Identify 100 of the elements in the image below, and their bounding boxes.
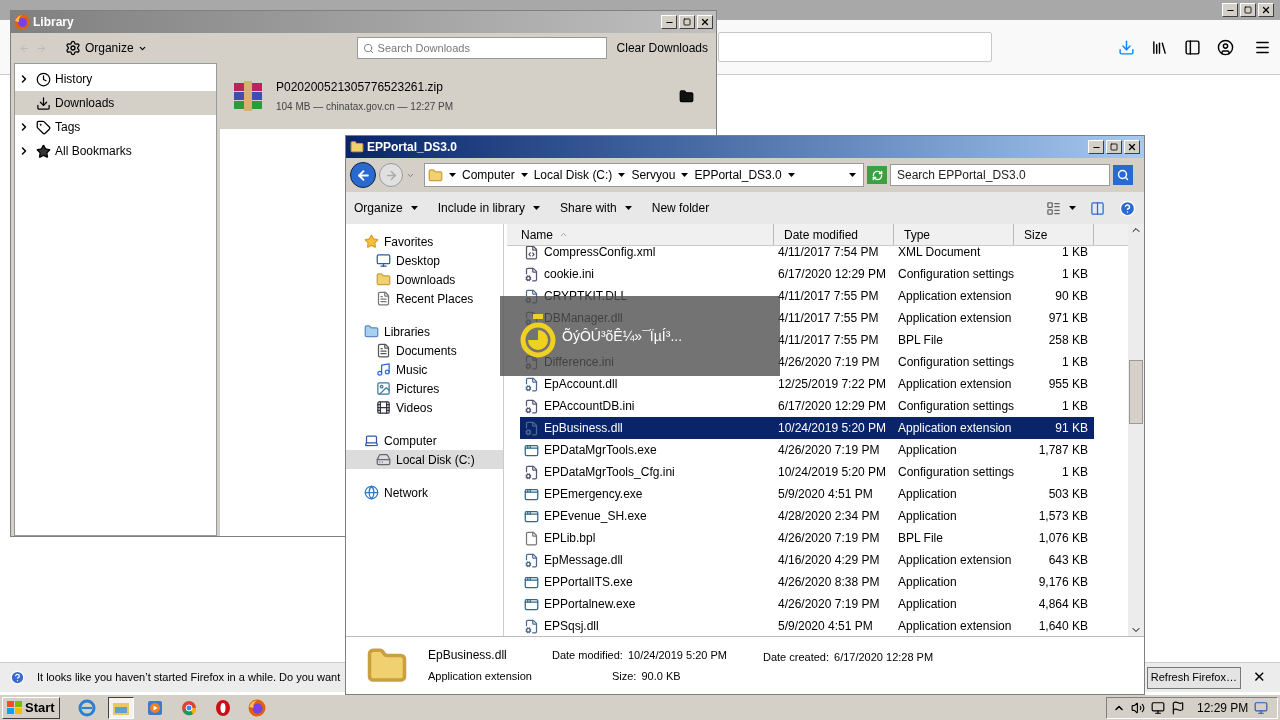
file-row[interactable]: EPDataMgrTools.exe 4/26/2020 7:19 PM Application 1,787 KB bbox=[520, 439, 1094, 461]
document-icon bbox=[376, 291, 391, 306]
clock[interactable]: 12:29 PM bbox=[1197, 698, 1249, 717]
column-header[interactable]: Date modified bbox=[774, 224, 894, 245]
sidebar-icon[interactable] bbox=[1184, 38, 1201, 56]
caret-icon[interactable] bbox=[787, 173, 795, 177]
minimize-button[interactable] bbox=[1088, 140, 1104, 154]
view-icon[interactable] bbox=[1046, 200, 1061, 216]
network-icon[interactable] bbox=[1151, 700, 1165, 715]
command-button[interactable]: New folder bbox=[651, 199, 710, 217]
scroll-thumb[interactable] bbox=[1129, 360, 1143, 424]
search-field[interactable]: Search Downloads bbox=[356, 37, 607, 59]
close-button[interactable] bbox=[1258, 3, 1274, 17]
file-row[interactable]: EPAccountDB.ini 6/17/2020 12:29 PM Configuration settings 1 KB bbox=[520, 395, 1094, 417]
file-row[interactable]: EPEvenue_SH.exe 4/28/2020 2:34 PM Application 1,573 KB bbox=[520, 505, 1094, 527]
search-button[interactable] bbox=[1113, 165, 1133, 185]
file-row[interactable]: EPLib.bpl 4/26/2020 7:19 PM BPL File 1,076 KB bbox=[520, 527, 1094, 549]
close-button[interactable] bbox=[697, 15, 713, 29]
preview-pane-icon[interactable] bbox=[1090, 200, 1105, 216]
organize-button[interactable]: Organize bbox=[64, 39, 147, 57]
date-cell-text: 4/11/2017 7:54 PM bbox=[777, 246, 880, 261]
caret-icon[interactable] bbox=[410, 206, 418, 210]
address-bar[interactable]: Computer Local Disk (C:) Servyou EPPortal_DS3.0 bbox=[424, 163, 864, 187]
nav-item[interactable]: Recent Places bbox=[346, 289, 503, 308]
caret-icon[interactable] bbox=[520, 173, 528, 177]
minimize-button[interactable] bbox=[661, 15, 677, 29]
desktop-icon[interactable] bbox=[1254, 700, 1269, 715]
sidebar-item[interactable]: History bbox=[15, 67, 216, 91]
breadcrumb-item[interactable]: Computer bbox=[462, 166, 515, 184]
command-button[interactable]: Include in library bbox=[437, 199, 541, 217]
caret-icon[interactable] bbox=[449, 173, 456, 177]
caret-icon[interactable] bbox=[624, 206, 632, 210]
file-row[interactable]: EPEmergency.exe 5/9/2020 4:51 PM Application 503 KB bbox=[520, 483, 1094, 505]
column-header[interactable]: Name bbox=[507, 224, 774, 245]
film-icon bbox=[376, 400, 391, 415]
account-icon[interactable] bbox=[1217, 38, 1234, 56]
file-row[interactable]: EpBusiness.dll 10/24/2019 5:20 PM Application extension 91 KB bbox=[520, 417, 1094, 439]
refresh-firefox-button[interactable]: Refresh Firefox… bbox=[1146, 666, 1241, 689]
close-icon bbox=[1127, 142, 1137, 152]
file-row[interactable]: EPPortalnew.exe 4/26/2020 7:19 PM Application 4,864 KB bbox=[520, 593, 1094, 615]
taskbar-button[interactable] bbox=[107, 696, 134, 719]
nav-item[interactable]: Pictures bbox=[346, 379, 503, 398]
folder-icon[interactable] bbox=[679, 88, 694, 104]
caret-icon[interactable] bbox=[533, 206, 541, 210]
library-icon[interactable] bbox=[1151, 38, 1168, 56]
start-button[interactable]: Start bbox=[2, 696, 60, 719]
download-icon[interactable] bbox=[1118, 38, 1135, 56]
minimize-button[interactable] bbox=[1222, 3, 1238, 17]
close-button[interactable]: ✕ bbox=[1251, 666, 1268, 689]
tag-icon bbox=[35, 119, 51, 135]
caret-icon[interactable] bbox=[681, 173, 689, 177]
close-button[interactable] bbox=[1124, 140, 1140, 154]
nav-item[interactable]: Network bbox=[346, 483, 503, 502]
nav-item[interactable]: Favorites bbox=[346, 232, 503, 251]
type-cell-text: Configuration settings bbox=[897, 354, 1014, 371]
speaker-icon[interactable] bbox=[1131, 700, 1145, 715]
flag-icon[interactable] bbox=[1171, 700, 1185, 715]
column-header[interactable]: Type bbox=[894, 224, 1014, 245]
file-row[interactable]: EPDataMgrTools_Cfg.ini 10/24/2019 5:20 PM Configuration settings 1 KB bbox=[520, 461, 1094, 483]
size-cell-text: 1,076 KB bbox=[1037, 530, 1089, 547]
caret-icon[interactable] bbox=[1069, 206, 1076, 210]
search-field[interactable]: Search EPPortal_DS3.0 bbox=[890, 164, 1110, 186]
maximize-button[interactable] bbox=[1106, 140, 1122, 154]
command-button[interactable]: Share with bbox=[560, 199, 632, 217]
breadcrumb-item[interactable]: EPPortal_DS3.0 bbox=[694, 166, 782, 184]
clear-downloads-button[interactable]: Clear Downloads bbox=[616, 39, 708, 57]
file-row[interactable]: cookie.ini 6/17/2020 12:29 PM Configuration settings 1 KB bbox=[520, 263, 1094, 285]
breadcrumb-item[interactable]: Local Disk (C:) bbox=[533, 166, 613, 184]
scrollbar[interactable] bbox=[1128, 224, 1144, 636]
breadcrumb-item[interactable]: Servyou bbox=[631, 166, 676, 184]
back-button[interactable] bbox=[350, 162, 376, 188]
url-field[interactable] bbox=[718, 32, 992, 62]
nav-item[interactable]: Desktop bbox=[346, 251, 503, 270]
nav-item[interactable]: Downloads bbox=[346, 270, 503, 289]
file-row[interactable]: CompressConfig.xml 4/11/2017 7:54 PM XML Document 1 KB bbox=[520, 246, 1094, 263]
file-name: EPEvenue_SH.exe bbox=[544, 508, 647, 525]
refresh-button[interactable] bbox=[867, 166, 887, 184]
maximize-button[interactable] bbox=[679, 15, 695, 29]
column-header[interactable]: Size bbox=[1014, 224, 1094, 245]
command-button[interactable]: Organize bbox=[354, 199, 418, 217]
sidebar-item[interactable]: All Bookmarks bbox=[15, 139, 216, 163]
caret-icon[interactable] bbox=[618, 173, 626, 177]
nav-item[interactable]: Local Disk (C:) bbox=[346, 450, 503, 469]
nav-item[interactable]: Music bbox=[346, 360, 503, 379]
refresh-icon bbox=[871, 169, 883, 181]
nav-item[interactable]: Videos bbox=[346, 398, 503, 417]
play-icon bbox=[145, 698, 164, 717]
file-row[interactable]: EPSqsj.dll 5/9/2020 4:51 PM Application extension 1,640 KB bbox=[520, 615, 1094, 636]
sidebar-item[interactable]: Tags bbox=[15, 115, 216, 139]
help-icon[interactable] bbox=[1119, 199, 1136, 217]
file-row[interactable]: EpAccount.dll 12/25/2019 7:22 PM Application extension 955 KB bbox=[520, 373, 1094, 395]
nav-item[interactable]: Computer bbox=[346, 431, 503, 450]
nav-item[interactable]: Documents bbox=[346, 341, 503, 360]
nav-item[interactable]: Libraries bbox=[346, 322, 503, 341]
file-row[interactable]: EPPortalITS.exe 4/26/2020 8:38 PM Application 9,176 KB bbox=[520, 571, 1094, 593]
sidebar-item[interactable]: Downloads bbox=[15, 91, 216, 115]
maximize-button[interactable] bbox=[1240, 3, 1256, 17]
download-item[interactable]: P020200521305776523261.zip 104 MB — chinatax.gov.cn — 12:27 PM bbox=[220, 63, 716, 129]
file-row[interactable]: EpMessage.dll 4/16/2020 4:29 PM Application extension 643 KB bbox=[520, 549, 1094, 571]
caret-icon[interactable] bbox=[849, 173, 856, 177]
